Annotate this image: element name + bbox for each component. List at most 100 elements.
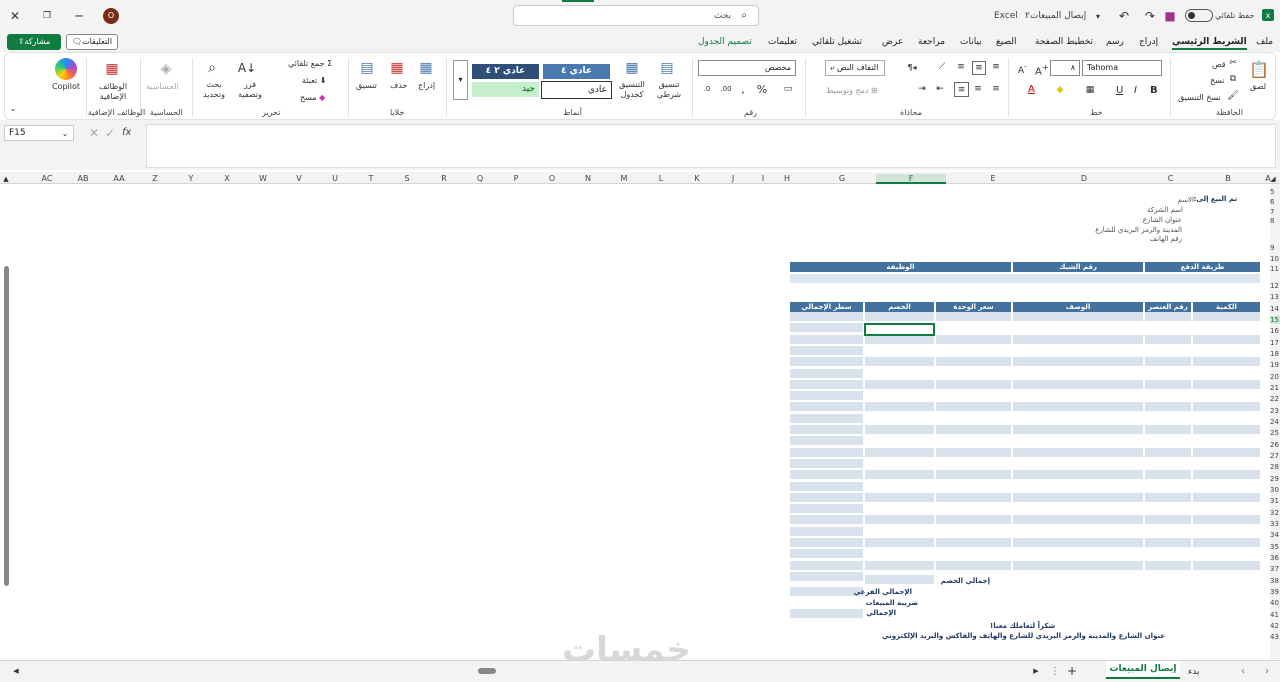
redo-icon[interactable]: ↷ xyxy=(1143,9,1157,23)
addins-button[interactable]: الوظائف الإضافية xyxy=(98,82,128,102)
increase-decimal-icon[interactable]: .00 xyxy=(720,83,732,95)
format-table-icon[interactable]: ▦ xyxy=(621,58,643,78)
cut-button[interactable]: قص xyxy=(1212,60,1226,69)
row-header-cell[interactable]: 11 xyxy=(1270,265,1280,273)
fill-button[interactable]: تعبئة ⬇ xyxy=(302,76,326,85)
name-box-dropdown-icon[interactable]: ⌄ xyxy=(60,128,70,138)
formula-input[interactable] xyxy=(146,124,1276,168)
worksheet-grid[interactable] xyxy=(14,184,1270,660)
find-icon[interactable]: ⌕ xyxy=(202,58,222,78)
decrease-decimal-icon[interactable]: .0 xyxy=(700,83,714,95)
share-button[interactable]: ⇪مشاركة xyxy=(7,34,61,50)
next-sheet-icon[interactable]: ‹ xyxy=(1238,665,1248,677)
column-header-cell[interactable]: S xyxy=(390,174,424,183)
row-header-cell[interactable]: 39 xyxy=(1270,588,1280,596)
align-left-icon[interactable]: ≡ xyxy=(954,82,969,97)
indent-decrease-icon[interactable]: ⇤ xyxy=(934,83,946,95)
tab-file[interactable]: ملف xyxy=(1256,37,1273,47)
column-header-cell[interactable]: D xyxy=(1022,174,1146,183)
vertical-scrollbar[interactable] xyxy=(3,190,11,656)
row-header-cell[interactable]: 8 xyxy=(1270,217,1280,225)
wrap-text-button[interactable]: ⤶ التفاف النص xyxy=(825,60,885,76)
row-header-cell[interactable]: 19 xyxy=(1270,361,1280,369)
column-header-cell[interactable]: G xyxy=(810,174,874,183)
format-painter-button[interactable]: نسخ التنسيق xyxy=(1178,93,1221,102)
column-header-cell[interactable]: O xyxy=(535,174,569,183)
paste-button[interactable]: لصق xyxy=(1250,82,1266,91)
conditional-format-icon[interactable]: ▤ xyxy=(656,58,678,78)
align-right-icon[interactable]: ≡ xyxy=(990,83,1002,95)
comments-button[interactable]: 🗨التعليقات xyxy=(66,34,118,50)
row-header-cell[interactable]: 40 xyxy=(1270,599,1280,607)
column-header-cell[interactable]: H xyxy=(776,174,798,183)
column-header-cell[interactable]: U xyxy=(318,174,352,183)
row-header-cell[interactable]: 35 xyxy=(1270,543,1280,551)
accounting-icon[interactable]: ▭ xyxy=(782,83,794,95)
close-icon[interactable]: ✕ xyxy=(8,9,22,23)
column-header-cell[interactable]: C xyxy=(1148,174,1193,183)
italic-button[interactable]: I xyxy=(1134,85,1137,96)
merge-center-button[interactable]: دمج وتوسيط ⊞ xyxy=(826,86,878,95)
tab-page-layout[interactable]: تخطيط الصفحة xyxy=(1035,37,1093,47)
copilot-button[interactable]: Copilot xyxy=(52,82,80,91)
tab-draw[interactable]: رسم xyxy=(1106,37,1124,47)
tab-insert[interactable]: إدراج xyxy=(1139,37,1158,47)
tab-table-design[interactable]: تصميم الجدول xyxy=(698,37,752,47)
format-as-table-button[interactable]: التنسيق كجدول xyxy=(614,80,650,100)
column-header-cell[interactable]: Z xyxy=(138,174,172,183)
row-header-cell[interactable]: 6 xyxy=(1270,198,1280,206)
delete-cells-button[interactable]: حذف xyxy=(390,81,407,90)
tab-automate[interactable]: تشغيل تلقائي xyxy=(812,37,862,47)
prev-sheet-icon[interactable]: › xyxy=(1262,665,1272,677)
autosave-toggle[interactable] xyxy=(1185,9,1213,22)
row-header-cell[interactable]: 27 xyxy=(1270,452,1280,460)
row-header-cell[interactable]: 10 xyxy=(1270,255,1280,263)
font-name-box[interactable]: Tahoma xyxy=(1082,60,1162,76)
scroll-left-icon[interactable]: ◀ xyxy=(12,667,20,675)
row-header-cell[interactable]: 38 xyxy=(1270,577,1280,585)
column-header-cell[interactable]: I xyxy=(752,174,774,183)
column-header-cell[interactable]: T xyxy=(354,174,388,183)
tab-help[interactable]: تعليمات xyxy=(768,37,797,47)
borders-icon[interactable]: ▦ xyxy=(1084,84,1096,96)
style-normal[interactable]: عادي xyxy=(541,81,612,99)
indent-increase-icon[interactable]: ⇥ xyxy=(916,83,928,95)
row-header-cell[interactable]: 43 xyxy=(1270,633,1280,641)
collapse-ribbon-icon[interactable]: ⌄ xyxy=(8,103,18,113)
align-middle-icon[interactable]: ≡ xyxy=(972,61,986,75)
column-header-cell[interactable]: AC xyxy=(30,174,64,183)
sort-filter-button[interactable]: فرز وتصفية xyxy=(236,80,264,100)
style-normal4[interactable]: عادي ٤ xyxy=(543,64,610,79)
row-header-cell[interactable]: 5 xyxy=(1270,188,1280,196)
number-format-box[interactable]: مخصص xyxy=(698,60,796,76)
row-header-cell[interactable]: 7 xyxy=(1270,208,1280,216)
column-header-cell[interactable]: Y xyxy=(174,174,208,183)
row-header-cell[interactable]: 21 xyxy=(1270,384,1280,392)
column-header-cell[interactable]: K xyxy=(680,174,714,183)
fx-icon[interactable]: fx xyxy=(122,127,131,138)
format-cells-icon[interactable]: ▤ xyxy=(355,58,379,78)
tab-home[interactable]: الشريط الرئيسي xyxy=(1172,37,1247,50)
fill-color-icon[interactable]: ◆ xyxy=(1054,84,1066,96)
scroll-right-icon[interactable]: ▶ xyxy=(1032,667,1040,675)
row-header-cell[interactable]: 24 xyxy=(1270,418,1280,426)
options-icon[interactable]: ⋮ xyxy=(1050,665,1060,677)
percent-icon[interactable]: % xyxy=(756,82,768,96)
column-header-cell[interactable]: M xyxy=(607,174,641,183)
copilot-icon[interactable] xyxy=(55,58,77,80)
style-normal24[interactable]: عادي ٢ ٤ xyxy=(472,64,539,79)
row-header-cell[interactable]: 25 xyxy=(1270,429,1280,437)
search-box[interactable]: ⌕ بحث xyxy=(513,5,759,26)
style-good[interactable]: جيد xyxy=(472,82,539,97)
row-header-cell[interactable]: 22 xyxy=(1270,395,1280,403)
styles-more-button[interactable]: ▾ xyxy=(453,60,468,100)
row-header-cell[interactable]: 9 xyxy=(1270,244,1280,252)
row-header-cell[interactable]: 31 xyxy=(1270,497,1280,505)
row-header-cell[interactable]: 28 xyxy=(1270,463,1280,471)
column-header-cell[interactable]: AA xyxy=(102,174,136,183)
tab-data[interactable]: بيانات xyxy=(960,37,982,47)
font-color-button[interactable]: A xyxy=(1028,84,1035,95)
column-header-cell[interactable]: N xyxy=(571,174,605,183)
row-header-cell[interactable]: 37 xyxy=(1270,565,1280,573)
row-header-cell[interactable]: 34 xyxy=(1270,531,1280,539)
